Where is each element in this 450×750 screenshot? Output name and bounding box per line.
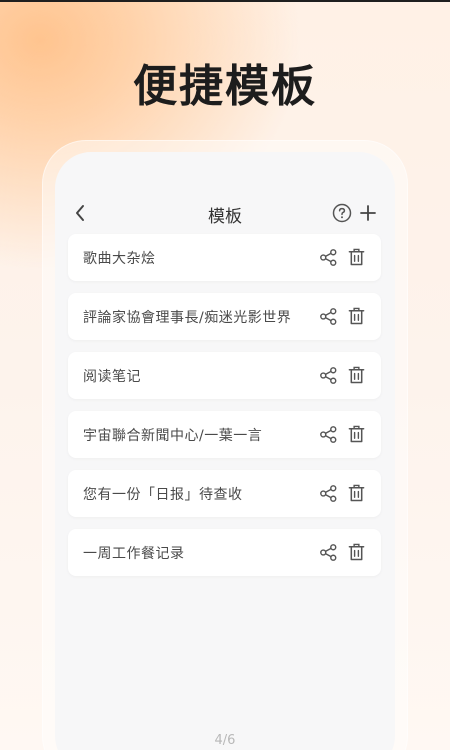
share-icon[interactable] (319, 248, 338, 267)
template-label: 歌曲大杂烩 (83, 251, 156, 267)
share-icon[interactable] (319, 543, 338, 562)
share-icon[interactable] (319, 484, 338, 503)
share-icon[interactable] (319, 307, 338, 326)
trash-icon[interactable] (348, 247, 365, 267)
trash-icon[interactable] (348, 306, 365, 326)
page-indicator: 4/6 (214, 733, 236, 748)
back-button[interactable] (70, 200, 90, 226)
template-card[interactable]: 一周工作餐记录 (68, 529, 381, 576)
chevron-left-icon (76, 205, 84, 221)
hero-title: 便捷模板 (133, 61, 317, 112)
trash-icon[interactable] (348, 483, 365, 503)
trash-icon[interactable] (348, 365, 365, 385)
help-button[interactable] (332, 203, 352, 223)
share-icon[interactable] (319, 366, 338, 385)
plus-icon (360, 205, 376, 221)
template-label: 評論家協會理事長/痴迷光影世界 (83, 310, 292, 326)
template-label: 阅读笔记 (83, 369, 141, 385)
share-icon[interactable] (319, 425, 338, 444)
template-label: 您有一份「日报」待查收 (83, 487, 243, 503)
template-card[interactable]: 宇宙聯合新聞中心/一葉一言 (68, 411, 381, 458)
template-label: 宇宙聯合新聞中心/一葉一言 (83, 428, 263, 444)
template-card[interactable]: 阅读笔记 (68, 352, 381, 399)
template-card[interactable]: 評論家協會理事長/痴迷光影世界 (68, 293, 381, 340)
nav-title: 模板 (208, 207, 242, 227)
question-circle-icon (332, 203, 352, 223)
trash-icon[interactable] (348, 542, 365, 562)
template-label: 一周工作餐记录 (83, 546, 185, 562)
trash-icon[interactable] (348, 424, 365, 444)
template-card[interactable]: 您有一份「日报」待查收 (68, 470, 381, 517)
top-border (0, 0, 450, 2)
template-list: 歌曲大杂烩 評論家協會理事長/痴迷光影世界 阅读笔记 宇宙聯合新聞中心/一葉一言… (68, 234, 381, 588)
template-card[interactable]: 歌曲大杂烩 (68, 234, 381, 281)
add-template-button[interactable] (359, 204, 377, 222)
